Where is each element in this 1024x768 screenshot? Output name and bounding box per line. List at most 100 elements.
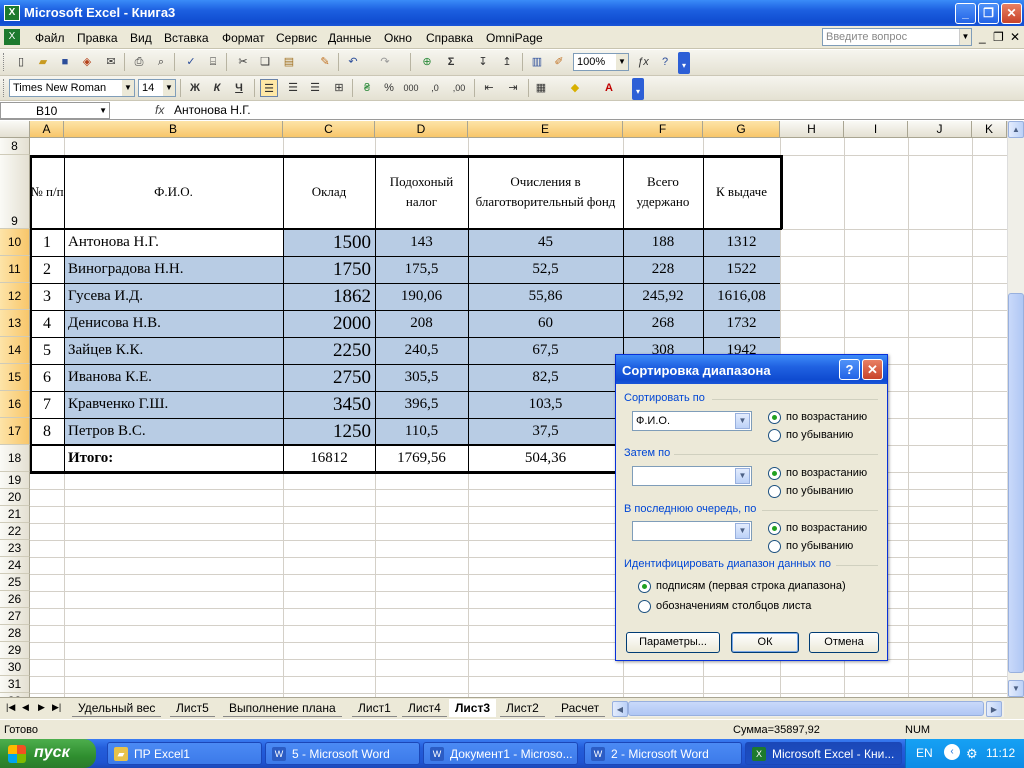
column-header-f[interactable]: F bbox=[623, 121, 703, 138]
table-cell-salary[interactable]: 1500 bbox=[283, 230, 375, 255]
row-header-16[interactable]: 16 bbox=[0, 391, 30, 418]
next-sheet-icon[interactable]: ▶ bbox=[38, 702, 45, 713]
tab-list2[interactable]: Лист2 bbox=[500, 699, 545, 717]
font-name-select[interactable]: Times New Roman ▼ bbox=[9, 79, 135, 97]
permission-icon[interactable]: ◈ bbox=[78, 53, 96, 71]
dialog-help-button[interactable]: ? bbox=[839, 359, 860, 380]
chart-wizard-icon[interactable]: ▥ bbox=[528, 53, 546, 71]
row-header-11[interactable]: 11 bbox=[0, 256, 30, 283]
last-sheet-icon[interactable]: ▶| bbox=[52, 702, 61, 713]
autosum-icon[interactable]: Σ bbox=[442, 53, 460, 71]
table-cell-salary[interactable]: 1250 bbox=[283, 419, 375, 444]
chevron-down-icon[interactable]: ▼ bbox=[99, 103, 107, 118]
then-by-ascending-radio[interactable]: по возрастанию bbox=[768, 467, 867, 480]
tab-raschet[interactable]: Расчет bbox=[555, 699, 606, 717]
fill-color-icon[interactable]: ◆ bbox=[566, 79, 584, 97]
drawing-icon[interactable]: ✐ bbox=[550, 53, 568, 71]
zoom-select[interactable]: 100% ▼ bbox=[573, 53, 629, 71]
column-header-i[interactable]: I bbox=[844, 121, 908, 138]
menu-format[interactable]: Формат bbox=[222, 31, 265, 45]
table-cell-n[interactable]: 5 bbox=[30, 338, 64, 363]
menu-tools[interactable]: Сервис bbox=[276, 31, 317, 45]
table-cell-salary[interactable]: 1750 bbox=[283, 257, 375, 282]
sort-by-select[interactable]: Ф.И.О. ▼ bbox=[632, 411, 752, 431]
chevron-down-icon[interactable]: ▼ bbox=[735, 468, 750, 484]
bold-button[interactable]: Ж bbox=[186, 79, 204, 97]
column-header-a[interactable]: A bbox=[30, 121, 64, 138]
total-fund[interactable]: 504,36 bbox=[468, 446, 623, 471]
table-cell-n[interactable]: 3 bbox=[30, 284, 64, 309]
table-cell-n[interactable]: 6 bbox=[30, 365, 64, 390]
then-by-descending-radio[interactable]: по убыванию bbox=[768, 485, 853, 498]
column-header-c[interactable]: C bbox=[283, 121, 375, 138]
row-header-10[interactable]: 10 bbox=[0, 229, 30, 256]
then-by-select[interactable]: ▼ bbox=[632, 466, 752, 486]
align-right-icon[interactable]: ☰ bbox=[306, 79, 324, 97]
table-cell-payout[interactable]: 1616,08 bbox=[703, 284, 780, 309]
increase-indent-icon[interactable]: ⇥ bbox=[504, 79, 522, 97]
sort-by-descending-radio[interactable]: по убыванию bbox=[768, 429, 853, 442]
chevron-down-icon[interactable]: ▼ bbox=[959, 29, 971, 45]
first-sheet-icon[interactable]: |◀ bbox=[6, 702, 15, 713]
table-cell-tax[interactable]: 110,5 bbox=[375, 419, 468, 444]
table-cell-fund[interactable]: 55,86 bbox=[468, 284, 623, 309]
table-cell-salary[interactable]: 3450 bbox=[283, 392, 375, 417]
doc-minimize-button[interactable]: _ bbox=[979, 30, 986, 44]
identify-by-labels-radio[interactable]: подписям (первая строка диапазона) bbox=[638, 580, 846, 593]
name-box[interactable]: B10 ▼ bbox=[0, 102, 110, 119]
prev-sheet-icon[interactable]: ◀ bbox=[22, 702, 29, 713]
excel-app-icon[interactable]: X bbox=[4, 5, 20, 21]
table-cell-fund[interactable]: 60 bbox=[468, 311, 623, 336]
row-header-8[interactable]: 8 bbox=[0, 138, 30, 155]
chevron-down-icon[interactable]: ▼ bbox=[122, 80, 134, 96]
tab-list3[interactable]: Лист3 bbox=[449, 699, 497, 717]
align-center-icon[interactable]: ☰ bbox=[284, 79, 302, 97]
row-header-28[interactable]: 28 bbox=[0, 625, 30, 642]
table-cell-fio[interactable]: Кравченко Г.Ш. bbox=[64, 392, 283, 417]
table-cell-fio[interactable]: Виноградова Н.Н. bbox=[64, 257, 283, 282]
total-salary[interactable]: 16812 bbox=[283, 446, 375, 471]
network-icon[interactable]: ⚙ bbox=[966, 746, 978, 762]
menu-file[interactable]: Файл bbox=[35, 31, 65, 45]
undo-icon[interactable]: ↶ bbox=[344, 53, 362, 71]
copy-icon[interactable]: ❏ bbox=[256, 53, 274, 71]
table-cell-salary[interactable]: 1862 bbox=[283, 284, 375, 309]
ok-button[interactable]: ОК bbox=[731, 632, 799, 653]
cancel-button[interactable]: Отмена bbox=[809, 632, 879, 653]
toolbar-grip[interactable] bbox=[3, 53, 6, 71]
options-button[interactable]: Параметры... bbox=[626, 632, 720, 653]
table-cell-fio[interactable]: Денисова Н.В. bbox=[64, 311, 283, 336]
table-cell-salary[interactable]: 2750 bbox=[283, 365, 375, 390]
research-icon[interactable]: ⌸ bbox=[204, 53, 222, 71]
save-icon[interactable]: ■ bbox=[56, 53, 74, 71]
align-left-icon[interactable]: ☰ bbox=[260, 79, 278, 97]
table-cell-fio[interactable]: Гусева И.Д. bbox=[64, 284, 283, 309]
row-header-24[interactable]: 24 bbox=[0, 557, 30, 574]
select-all-corner[interactable] bbox=[0, 121, 30, 138]
horizontal-scroll-thumb[interactable] bbox=[628, 701, 984, 716]
tab-vypolnenie-plana[interactable]: Выполнение плана bbox=[223, 699, 342, 717]
row-header-12[interactable]: 12 bbox=[0, 283, 30, 310]
print-icon[interactable]: ⎙ bbox=[130, 53, 148, 71]
font-size-select[interactable]: 14 ▼ bbox=[138, 79, 176, 97]
column-header-b[interactable]: B bbox=[64, 121, 283, 138]
toolbar-grip[interactable] bbox=[3, 79, 6, 97]
start-button[interactable]: пуск bbox=[0, 739, 96, 768]
row-header-19[interactable]: 19 bbox=[0, 472, 30, 489]
restore-button[interactable]: ❐ bbox=[978, 3, 999, 24]
row-header-30[interactable]: 30 bbox=[0, 659, 30, 676]
workbook-icon[interactable]: X bbox=[4, 29, 20, 45]
cut-icon[interactable]: ✂ bbox=[234, 53, 252, 71]
hyperlink-icon[interactable]: ⊕ bbox=[418, 53, 436, 71]
task-document1[interactable]: W Документ1 - Microso... bbox=[423, 742, 578, 765]
italic-button[interactable]: К bbox=[208, 79, 226, 97]
column-header-g[interactable]: G bbox=[703, 121, 780, 138]
total-tax[interactable]: 1769,56 bbox=[375, 446, 468, 471]
menu-view[interactable]: Вид bbox=[130, 31, 152, 45]
tab-list5[interactable]: Лист5 bbox=[170, 699, 215, 717]
language-indicator[interactable]: EN bbox=[916, 746, 933, 760]
table-cell-tax[interactable]: 305,5 bbox=[375, 365, 468, 390]
table-cell-tax[interactable]: 175,5 bbox=[375, 257, 468, 282]
total-label[interactable]: Итого: bbox=[64, 446, 283, 471]
column-header-h[interactable]: H bbox=[780, 121, 844, 138]
